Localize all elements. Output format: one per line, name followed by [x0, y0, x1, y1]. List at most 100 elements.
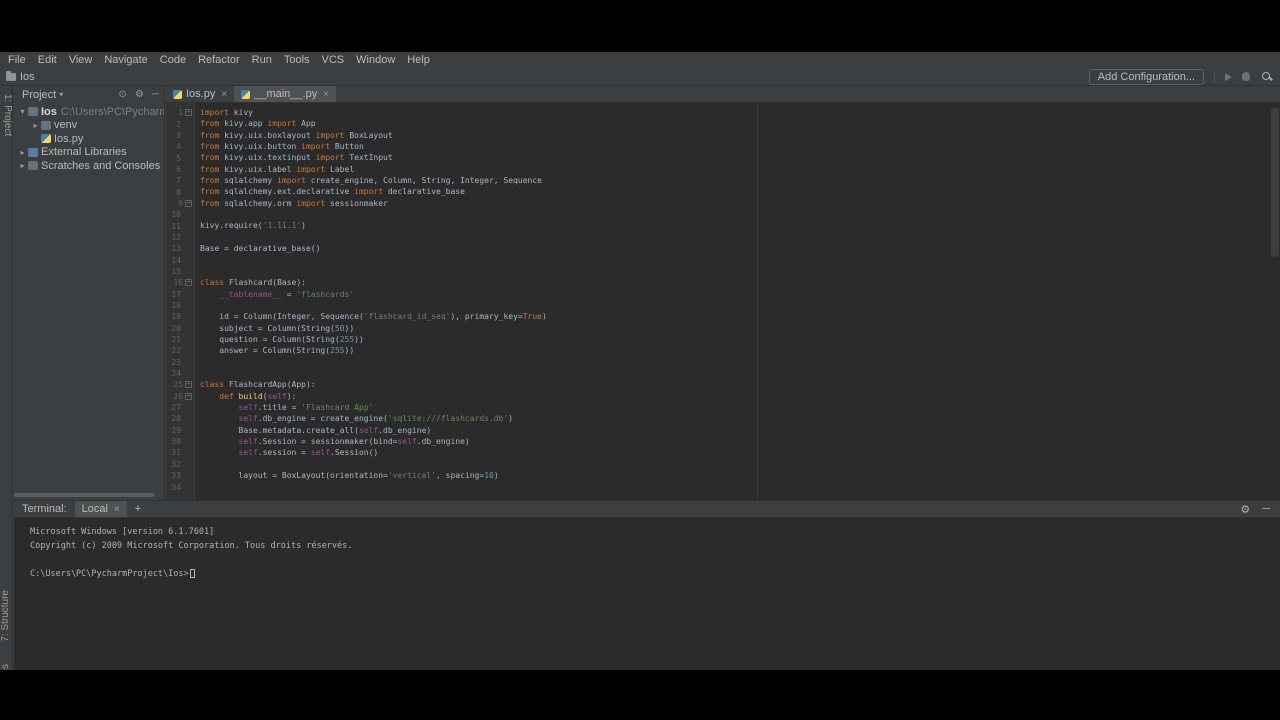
code-line[interactable]: def build(self):: [200, 391, 1270, 402]
code-line[interactable]: kivy.require('1.11.1'): [200, 220, 1270, 231]
menu-item-window[interactable]: Window: [350, 54, 401, 66]
code-line[interactable]: self.db_engine = create_engine('sqlite:/…: [200, 413, 1270, 424]
code-line[interactable]: question = Column(String(255)): [200, 334, 1270, 345]
code-line[interactable]: from kivy.uix.textinput import TextInput: [200, 152, 1270, 163]
code-line[interactable]: Base = declarative_base(): [200, 243, 1270, 254]
code-line[interactable]: [200, 357, 1270, 368]
line-number[interactable]: 18: [166, 300, 194, 311]
code-line[interactable]: Base.metadata.create_all(self.db_engine): [200, 425, 1270, 436]
line-number[interactable]: 30: [166, 436, 194, 447]
code-line[interactable]: from kivy.app import App: [200, 118, 1270, 129]
code-line[interactable]: self.Session = sessionmaker(bind=self.db…: [200, 436, 1270, 447]
tool-button-favorites[interactable]: 2: Favorites: [0, 664, 13, 670]
line-number[interactable]: 12: [166, 232, 194, 243]
menu-item-navigate[interactable]: Navigate: [98, 54, 153, 66]
code-line[interactable]: [200, 254, 1270, 265]
line-number[interactable]: 31: [166, 447, 194, 458]
terminal-settings-icon[interactable]: ⚙: [1240, 503, 1250, 516]
fold-icon[interactable]: −: [185, 109, 192, 117]
gear-icon[interactable]: ⚙: [135, 89, 144, 100]
add-configuration-button[interactable]: Add Configuration...: [1088, 68, 1204, 85]
line-number[interactable]: 29: [166, 425, 194, 436]
chevron-icon[interactable]: ▾: [18, 107, 27, 116]
terminal-prompt-line[interactable]: C:\Users\PC\PycharmProject\Ios>: [30, 567, 1280, 581]
close-icon[interactable]: ×: [114, 504, 120, 515]
chevron-icon[interactable]: ▸: [31, 121, 40, 130]
line-number[interactable]: 9−: [166, 198, 194, 209]
locate-file-icon[interactable]: ⊙: [119, 89, 127, 100]
code-line[interactable]: [200, 209, 1270, 220]
line-number[interactable]: 13: [166, 243, 194, 254]
code-line[interactable]: [200, 300, 1270, 311]
menu-item-edit[interactable]: Edit: [32, 54, 63, 66]
chevron-icon[interactable]: ▸: [18, 161, 27, 170]
code-line[interactable]: [200, 368, 1270, 379]
menu-item-code[interactable]: Code: [154, 54, 192, 66]
code-line[interactable]: class Flashcard(Base):: [200, 277, 1270, 288]
code-line[interactable]: id = Column(Integer, Sequence('flashcard…: [200, 311, 1270, 322]
line-number[interactable]: 28: [166, 413, 194, 424]
line-number[interactable]: 8: [166, 186, 194, 197]
code-area[interactable]: import kivy from kivy.app import App from …: [196, 103, 1270, 500]
line-number[interactable]: 27: [166, 402, 194, 413]
fold-icon[interactable]: −: [185, 381, 192, 389]
fold-icon[interactable]: −: [185, 392, 192, 400]
editor-tab-mainpy[interactable]: __main__.py ×: [234, 86, 337, 102]
tree-item-external-libraries[interactable]: ▸ External Libraries: [14, 146, 164, 160]
editor-tab-Iospy[interactable]: Ios.py ×: [166, 86, 234, 102]
line-number[interactable]: 14: [166, 254, 194, 265]
close-icon[interactable]: ×: [323, 89, 329, 100]
line-number[interactable]: 17: [166, 289, 194, 300]
menu-item-tools[interactable]: Tools: [278, 54, 316, 66]
code-line[interactable]: [200, 459, 1270, 470]
line-number[interactable]: 16−: [166, 277, 194, 288]
line-number[interactable]: 10: [166, 209, 194, 220]
menu-item-refactor[interactable]: Refactor: [192, 54, 246, 66]
code-line[interactable]: __tablename__ = 'flashcards': [200, 289, 1270, 300]
fold-icon[interactable]: −: [185, 199, 192, 207]
line-number[interactable]: 15: [166, 266, 194, 277]
line-number[interactable]: 20: [166, 323, 194, 334]
line-number[interactable]: 6: [166, 164, 194, 175]
code-line[interactable]: subject = Column(String(50)): [200, 323, 1270, 334]
code-line[interactable]: from kivy.uix.button import Button: [200, 141, 1270, 152]
debug-icon[interactable]: [1242, 72, 1250, 81]
run-icon[interactable]: [1225, 72, 1232, 81]
line-number[interactable]: 22: [166, 345, 194, 356]
code-line[interactable]: class FlashcardApp(App):: [200, 379, 1270, 390]
tree-item-ios-py[interactable]: Ios.py: [14, 132, 164, 146]
terminal-output[interactable]: Microsoft Windows [version 6.1.7601] Copy…: [14, 518, 1280, 581]
line-number[interactable]: 25−: [166, 379, 194, 390]
line-number[interactable]: 33: [166, 470, 194, 481]
line-number[interactable]: 1−: [166, 107, 194, 118]
line-number[interactable]: 4: [166, 141, 194, 152]
code-line[interactable]: [200, 232, 1270, 243]
menu-item-file[interactable]: File: [2, 54, 32, 66]
code-line[interactable]: from kivy.uix.label import Label: [200, 164, 1270, 175]
code-line[interactable]: from sqlalchemy.ext.declarative import d…: [200, 186, 1270, 197]
code-line[interactable]: answer = Column(String(255)): [200, 345, 1270, 356]
tree-item-scratches-and-consoles[interactable]: ▸ Scratches and Consoles: [14, 159, 164, 173]
code-line[interactable]: from sqlalchemy import create_engine, Co…: [200, 175, 1270, 186]
fold-icon[interactable]: −: [185, 279, 192, 287]
line-number[interactable]: 5: [166, 152, 194, 163]
line-number[interactable]: 21: [166, 334, 194, 345]
code-line[interactable]: layout = BoxLayout(orientation='vertical…: [200, 470, 1270, 481]
tool-button-project[interactable]: 1: Project: [0, 94, 13, 136]
code-line[interactable]: from kivy.uix.boxlayout import BoxLayout: [200, 130, 1270, 141]
menu-item-run[interactable]: Run: [246, 54, 278, 66]
menu-item-help[interactable]: Help: [401, 54, 436, 66]
minimize-icon[interactable]: ─: [1262, 503, 1270, 515]
hide-panel-icon[interactable]: ─: [152, 89, 159, 100]
code-line[interactable]: [200, 266, 1270, 277]
tree-item-ios[interactable]: ▾ IosC:\Users\PC\PycharmProject: [14, 105, 164, 119]
line-number[interactable]: 7: [166, 175, 194, 186]
tool-button-structure[interactable]: 7: Structure: [0, 590, 13, 642]
close-icon[interactable]: ×: [221, 89, 227, 100]
chevron-down-icon[interactable]: ▾: [59, 90, 63, 99]
line-number[interactable]: 2: [166, 118, 194, 129]
chevron-icon[interactable]: ▸: [18, 148, 27, 157]
line-number[interactable]: 23: [166, 357, 194, 368]
menu-item-vcs[interactable]: VCS: [316, 54, 351, 66]
editor-vscrollbar[interactable]: [1271, 107, 1279, 257]
